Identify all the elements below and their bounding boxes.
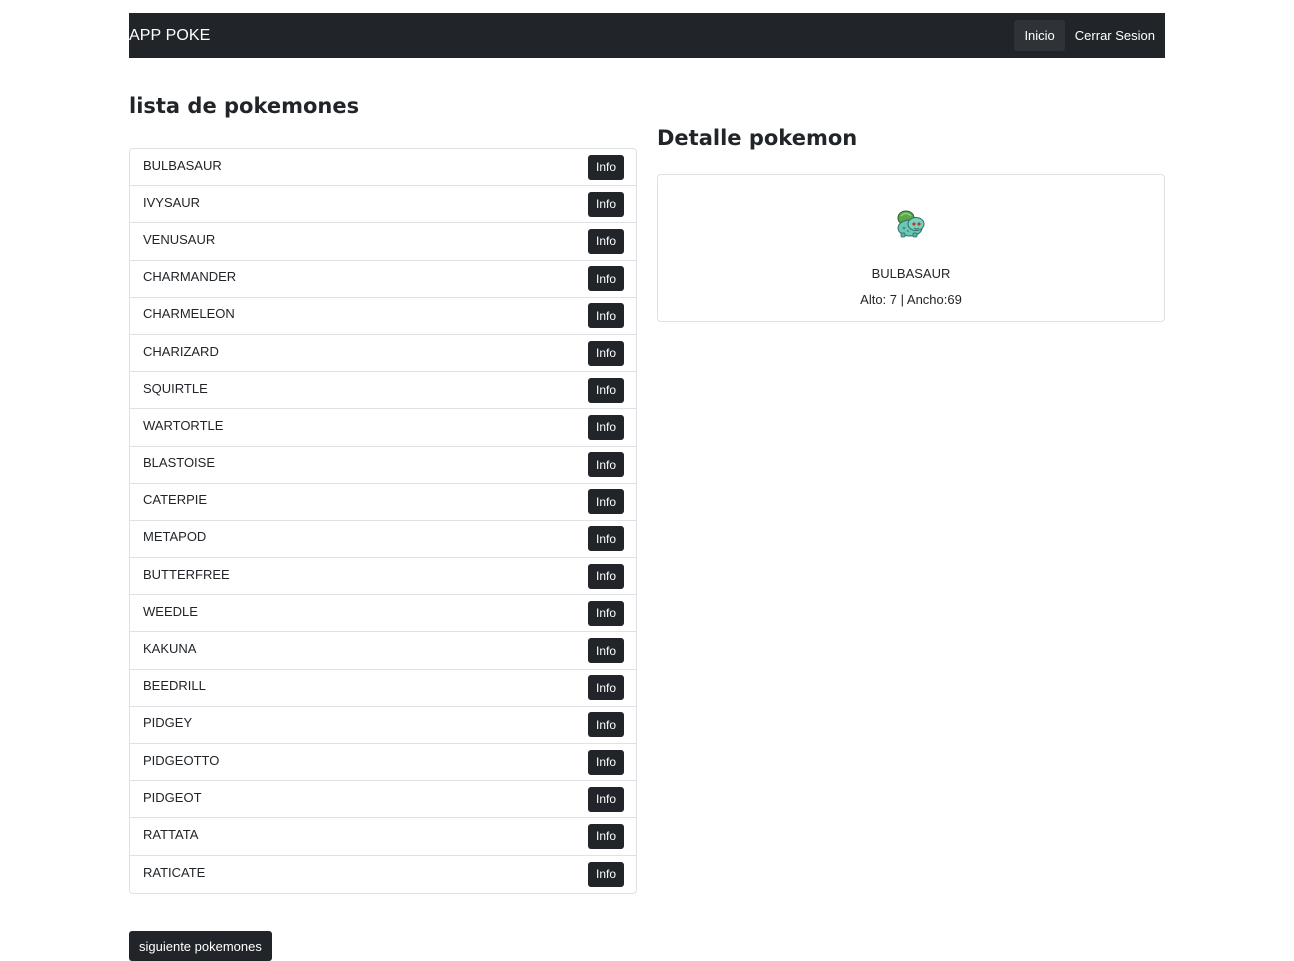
- nav-link-cerrar-sesion[interactable]: Cerrar Sesion: [1065, 20, 1165, 51]
- info-button[interactable]: Info: [588, 600, 624, 626]
- info-button[interactable]: Info: [588, 340, 624, 366]
- detail-pokemon-name: BULBASAUR: [871, 266, 951, 281]
- detail-pokemon-meta: Alto: 7 | Ancho:69: [860, 292, 962, 307]
- bulbasaur-sprite-icon: [897, 210, 925, 238]
- info-button[interactable]: Info: [588, 266, 624, 292]
- list-title: lista de pokemones: [129, 94, 360, 118]
- list-item: BUTTERFREE Info: [130, 558, 636, 596]
- list-item: CATERPIE Info: [130, 484, 636, 521]
- info-button[interactable]: Info: [588, 452, 624, 478]
- pokemon-name: IVYSAUR: [143, 194, 201, 210]
- list-item: BULBASAUR Info: [130, 149, 636, 187]
- list-item: BEEDRILL Info: [130, 670, 636, 707]
- list-item: RATICATE Info: [130, 856, 636, 893]
- list-item: RATTATA Info: [130, 818, 636, 856]
- info-button[interactable]: Info: [588, 228, 624, 254]
- pokemon-name: CATERPIE: [143, 492, 208, 508]
- list-item: CHARIZARD Info: [130, 335, 636, 373]
- info-button[interactable]: Info: [588, 638, 624, 664]
- pokemon-name: BEEDRILL: [143, 678, 206, 694]
- pokemon-name: SQUIRTLE: [143, 380, 208, 396]
- list-item: KAKUNA Info: [130, 632, 636, 670]
- pokemon-name: CHARMELEON: [143, 306, 235, 322]
- info-button[interactable]: Info: [588, 303, 624, 329]
- navbar: APP POKE Inicio Cerrar Sesion: [129, 13, 1165, 58]
- pokemon-name: METAPOD: [143, 529, 207, 545]
- list-item: IVYSAUR Info: [130, 186, 636, 224]
- list-item: WEEDLE Info: [130, 595, 636, 633]
- pokemon-name: WARTORTLE: [143, 417, 224, 433]
- list-item: VENUSAUR Info: [130, 223, 636, 261]
- info-button[interactable]: Info: [588, 414, 624, 440]
- list-item: BLASTOISE Info: [130, 447, 636, 484]
- info-button[interactable]: Info: [588, 377, 624, 403]
- list-item: PIDGEY Info: [130, 707, 636, 744]
- pokemon-name: BLASTOISE: [143, 455, 216, 471]
- list-item: CHARMANDER Info: [130, 261, 636, 298]
- pokemon-name: WEEDLE: [143, 603, 198, 619]
- list-item: PIDGEOTTO Info: [130, 744, 636, 782]
- list-item: METAPOD Info: [130, 521, 636, 559]
- info-button[interactable]: Info: [588, 526, 624, 552]
- pokemon-name: VENUSAUR: [143, 231, 216, 247]
- pokemon-name: RATTATA: [143, 826, 199, 842]
- pokemon-name: PIDGEY: [143, 715, 193, 731]
- brand-logo[interactable]: APP POKE: [129, 13, 210, 58]
- pokemon-name: BUTTERFREE: [143, 566, 230, 582]
- list-item: SQUIRTLE Info: [130, 372, 636, 410]
- pokemon-list: BULBASAUR Info IVYSAUR Info VENUSAUR Info CHAR…: [129, 148, 637, 894]
- info-button[interactable]: Info: [588, 823, 624, 849]
- info-button[interactable]: Info: [588, 489, 624, 515]
- pokemon-name: CHARMANDER: [143, 269, 237, 285]
- pokemon-name: RATICATE: [143, 864, 206, 880]
- info-button[interactable]: Info: [588, 191, 624, 217]
- info-button[interactable]: Info: [588, 749, 624, 775]
- nav-links: Inicio Cerrar Sesion: [1014, 20, 1165, 51]
- detail-card: BULBASAUR Alto: 7 | Ancho:69: [657, 174, 1165, 322]
- pokemon-name: BULBASAUR: [143, 157, 222, 173]
- list-item: PIDGEOT Info: [130, 781, 636, 819]
- next-pokemon-button[interactable]: siguiente pokemones: [129, 931, 272, 961]
- pokemon-name: PIDGEOTTO: [143, 752, 220, 768]
- list-item: CHARMELEON Info: [130, 298, 636, 335]
- detail-title: Detalle pokemon: [657, 126, 858, 150]
- info-button[interactable]: Info: [588, 786, 624, 812]
- info-button[interactable]: Info: [588, 712, 624, 738]
- pokemon-name: CHARIZARD: [143, 343, 219, 359]
- pokemon-name: PIDGEOT: [143, 789, 202, 805]
- info-button[interactable]: Info: [588, 675, 624, 701]
- info-button[interactable]: Info: [588, 154, 624, 180]
- info-button[interactable]: Info: [588, 563, 624, 589]
- info-button[interactable]: Info: [588, 861, 624, 887]
- list-item: WARTORTLE Info: [130, 409, 636, 447]
- nav-link-inicio[interactable]: Inicio: [1014, 20, 1065, 51]
- pokemon-name: KAKUNA: [143, 641, 197, 657]
